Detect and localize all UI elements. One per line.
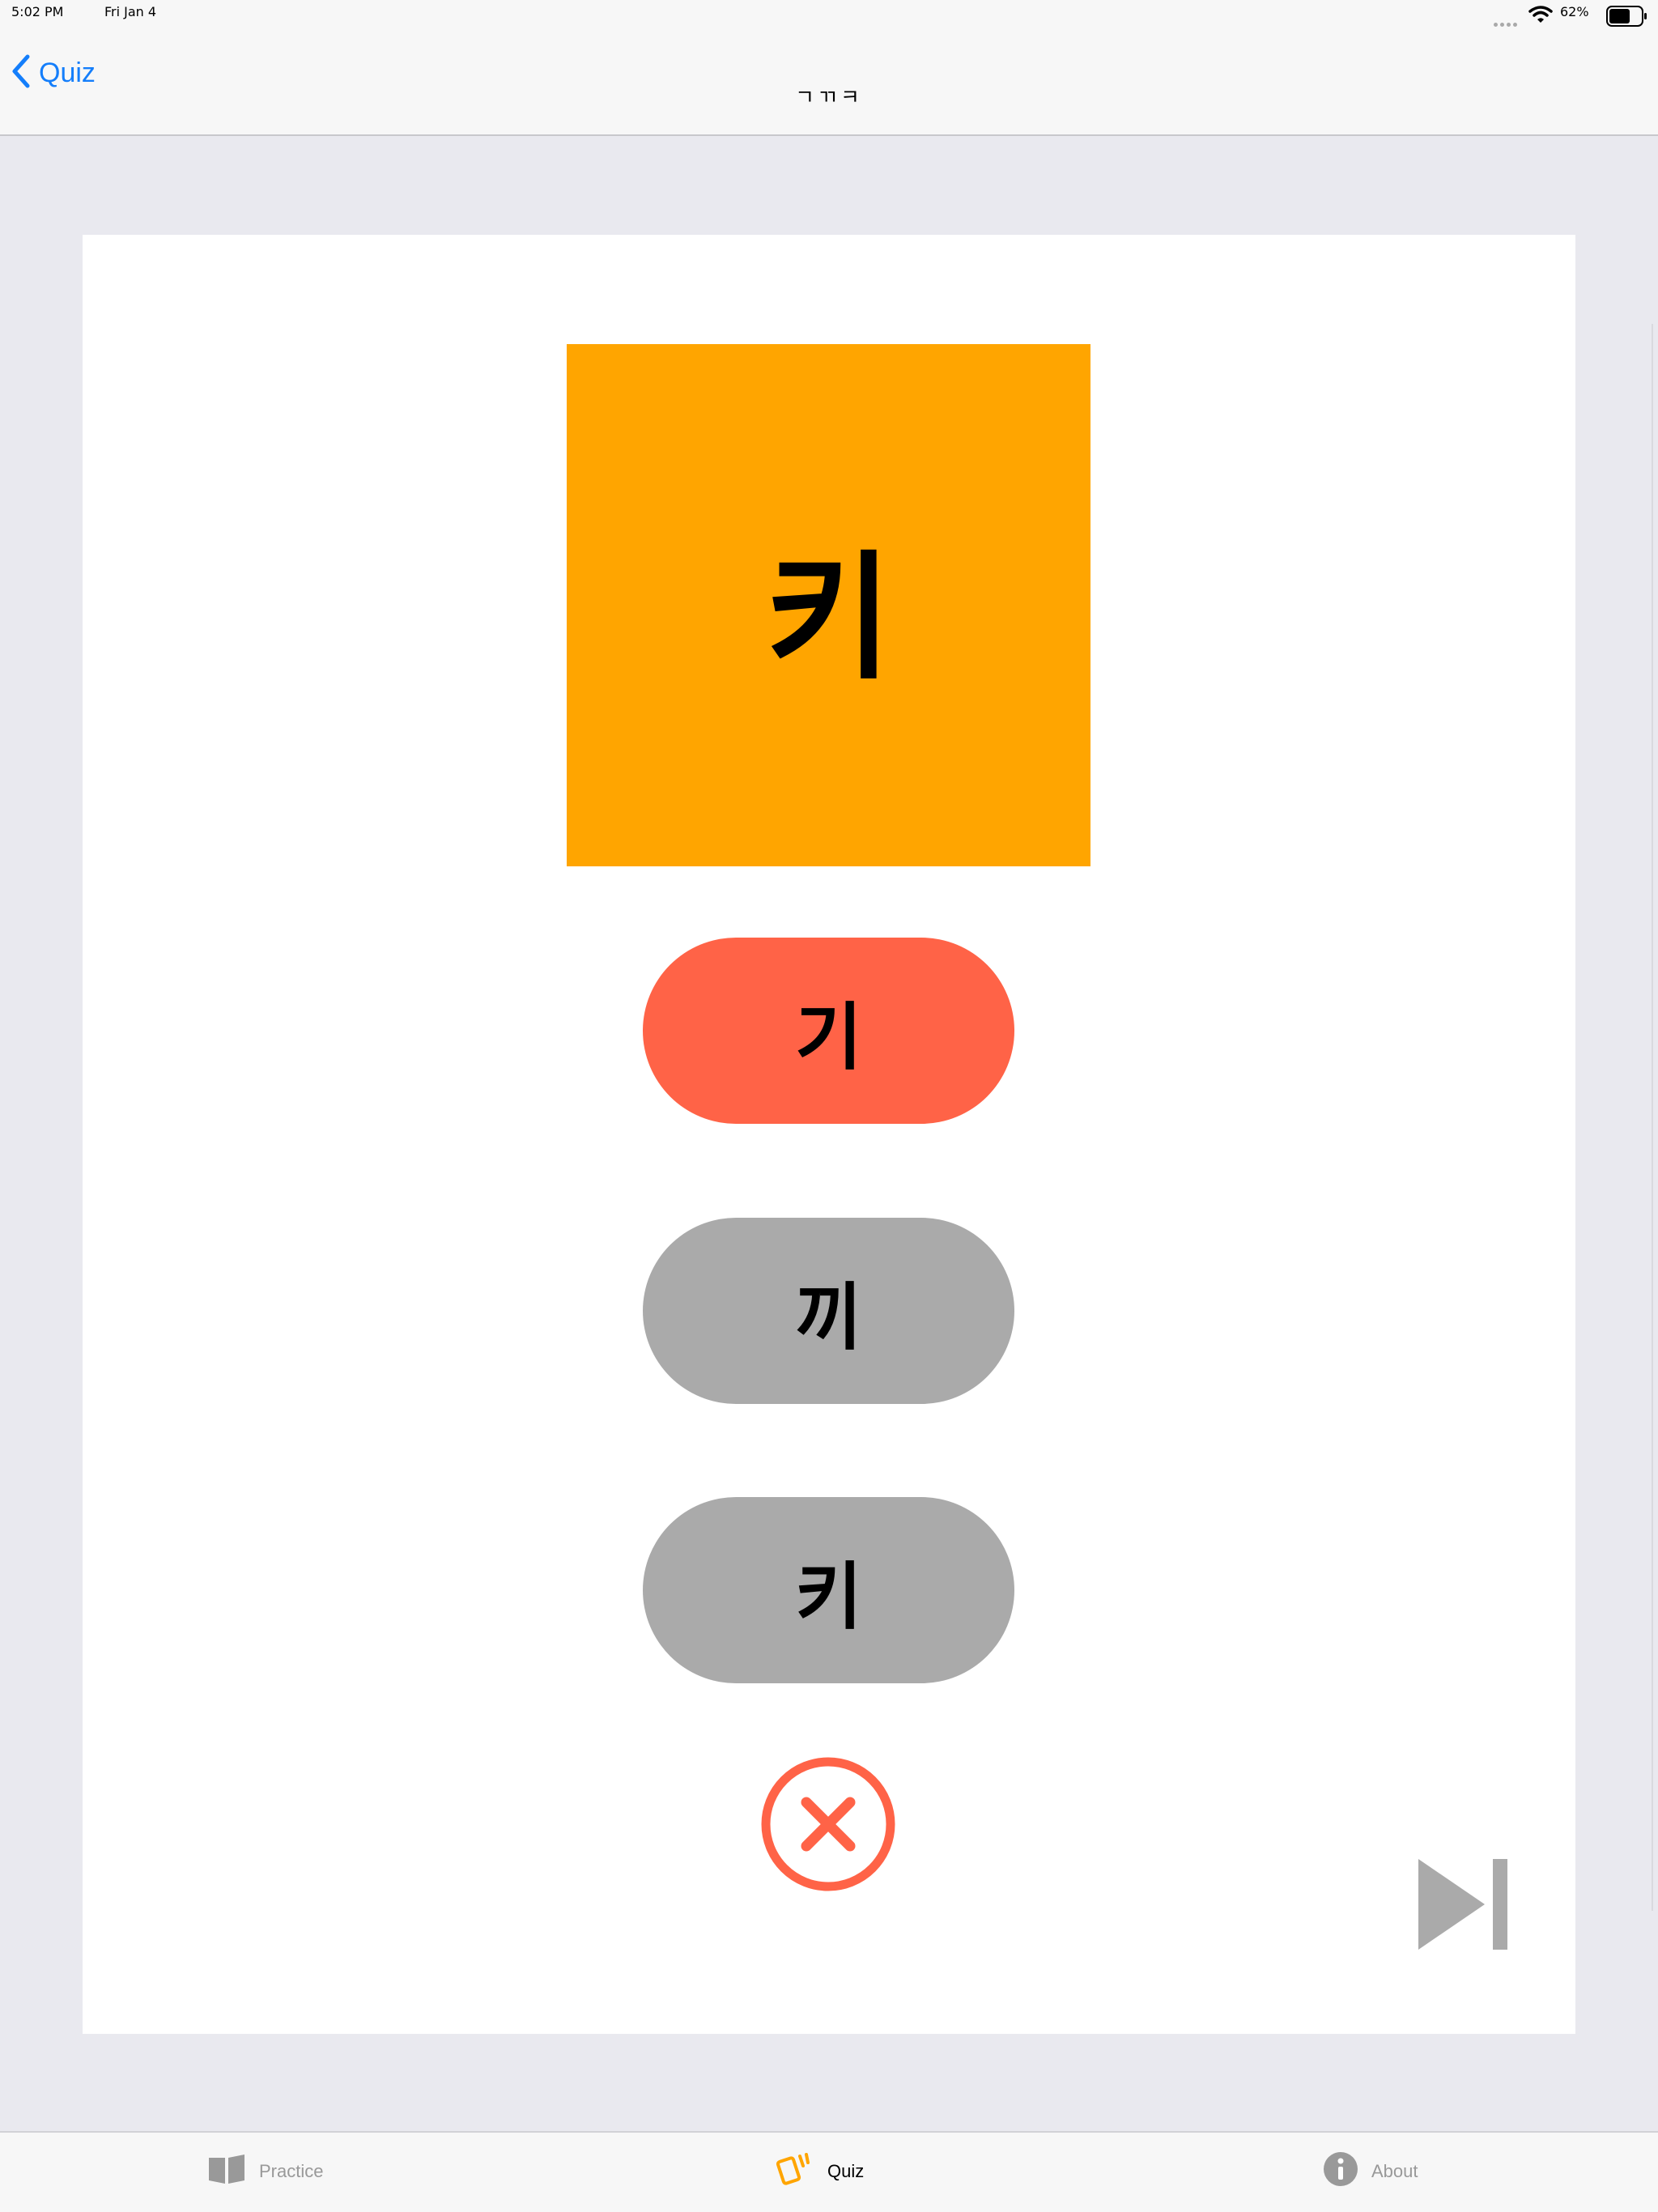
scroll-indicator	[1652, 324, 1653, 1911]
tab-about[interactable]: About	[1323, 2147, 1418, 2196]
prompt-card: 키	[567, 344, 1090, 866]
nav-title: ㄱㄲㅋ	[795, 86, 863, 110]
cellular-signal-icon	[1494, 15, 1520, 30]
skip-button[interactable]	[1415, 1856, 1511, 1956]
tab-practice-label: Practice	[259, 2161, 324, 2181]
status-bar	[0, 0, 1658, 32]
tab-quiz[interactable]: Quiz	[776, 2147, 864, 2196]
tab-about-label: About	[1371, 2161, 1418, 2181]
skip-forward-icon	[1415, 1859, 1511, 1956]
tab-quiz-label: Quiz	[827, 2161, 865, 2181]
answer-choice-3[interactable]: 키	[643, 1497, 1014, 1683]
wifi-icon	[1528, 5, 1553, 28]
tab-practice[interactable]: Practice	[207, 2147, 323, 2196]
answer-choice-2[interactable]: 끼	[643, 1218, 1014, 1404]
prompt-character: 키	[765, 538, 892, 699]
battery-percentage: 62%	[1560, 4, 1589, 19]
cards-icon	[776, 2151, 814, 2192]
status-time: 5:02 PM	[11, 4, 64, 19]
answer-choice-label: 끼	[795, 1275, 862, 1360]
answer-choice-1[interactable]: 기	[643, 938, 1014, 1124]
status-date: Fri Jan 4	[104, 4, 157, 19]
answer-choice-label: 키	[795, 1555, 862, 1640]
info-icon	[1323, 2151, 1358, 2192]
book-icon	[207, 2153, 246, 2190]
battery-icon	[1606, 6, 1648, 30]
answer-choice-label: 기	[795, 995, 862, 1080]
x-circle-icon	[759, 1755, 897, 1896]
